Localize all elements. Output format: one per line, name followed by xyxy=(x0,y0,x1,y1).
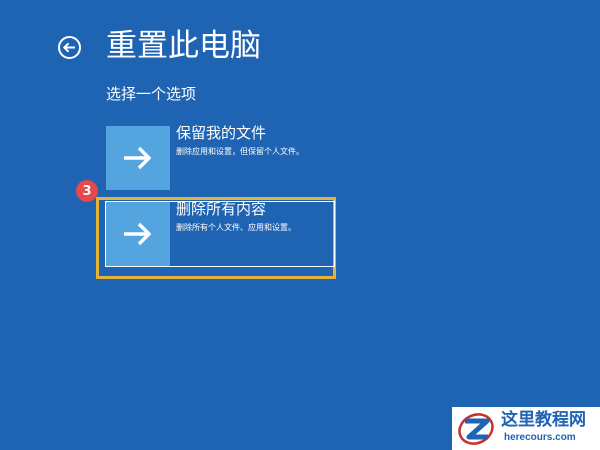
back-button[interactable] xyxy=(57,35,82,60)
watermark-name: 这里教程网 xyxy=(501,410,586,430)
page-title: 重置此电脑 xyxy=(106,28,261,64)
step-badge: 3 xyxy=(76,180,98,202)
option-keep-my-files[interactable]: 保留我的文件 删除应用和设置，但保留个人文件。 xyxy=(106,124,334,190)
watermark: 这里教程网 herecours.com xyxy=(452,407,600,450)
option-title: 删除所有内容 xyxy=(176,200,267,218)
option-tile xyxy=(106,126,170,190)
option-title: 保留我的文件 xyxy=(176,124,267,142)
arrow-right-icon xyxy=(124,222,152,246)
option-remove-everything[interactable]: 删除所有内容 删除所有个人文件、应用和设置。 xyxy=(105,200,335,267)
watermark-url: herecours.com xyxy=(504,432,576,443)
option-description: 删除所有个人文件、应用和设置。 xyxy=(176,223,296,232)
option-description: 删除应用和设置，但保留个人文件。 xyxy=(176,147,304,156)
arrow-right-icon xyxy=(124,146,152,170)
circle-back-arrow-icon xyxy=(58,36,81,59)
page-subtitle: 选择一个选项 xyxy=(106,85,197,103)
watermark-logo-icon xyxy=(458,413,494,445)
option-tile xyxy=(106,202,170,266)
